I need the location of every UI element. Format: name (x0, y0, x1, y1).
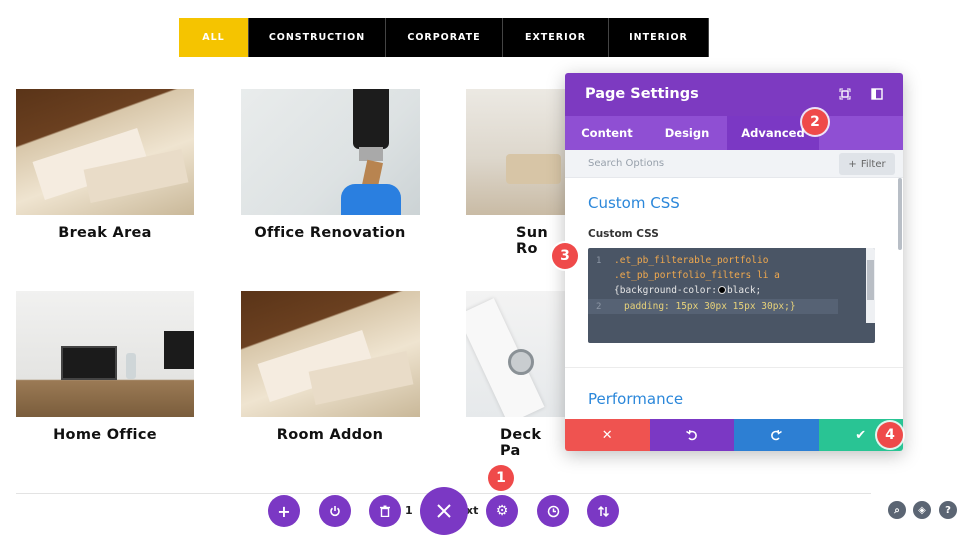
search-icon: ⌕ (894, 504, 900, 516)
cancel-button[interactable]: ✕ (565, 419, 650, 451)
redo-icon (771, 429, 783, 441)
portfolio-title[interactable]: Sun Ro (466, 225, 566, 257)
filter-construction[interactable]: CONSTRUCTION (249, 18, 386, 57)
history-button[interactable] (537, 495, 569, 527)
filter-label: Filter (860, 158, 886, 170)
settings-button[interactable]: ⚙ (486, 495, 518, 527)
line-number: 2 (596, 302, 602, 312)
portfolio-title[interactable]: Office Renovation (241, 225, 419, 241)
filter-corporate[interactable]: CORPORATE (386, 18, 503, 57)
delete-button[interactable] (369, 495, 401, 527)
modal-footer: ✕ ✔ (565, 419, 903, 451)
portfolio-image-office-renovation[interactable] (241, 89, 420, 215)
modal-header: Page Settings (565, 73, 903, 116)
code-token: {background-color: (614, 285, 717, 296)
portfolio-image-sun-room[interactable] (466, 89, 566, 215)
trash-icon (380, 505, 390, 517)
close-icon (437, 504, 451, 518)
power-button[interactable] (319, 495, 351, 527)
page-settings-modal: Page Settings Content Design Advanced Se… (565, 73, 903, 451)
layers-button[interactable]: ◈ (913, 501, 931, 519)
editor-scroll-thumb[interactable] (867, 260, 874, 300)
code-line: .et_pb_portfolio_filters li a (614, 270, 780, 281)
undo-icon (685, 429, 697, 441)
close-icon: ✕ (601, 427, 613, 443)
add-button[interactable]: + (268, 495, 300, 527)
custom-css-label: Custom CSS (588, 228, 659, 240)
check-icon: ✔ (855, 427, 867, 443)
callout-badge: 2 (802, 109, 828, 135)
portfolio-filter-bar: ALL CONSTRUCTION CORPORATE EXTERIOR INTE… (179, 18, 709, 57)
code-token: black; (726, 285, 762, 296)
portfolio-image-break-area[interactable] (16, 89, 194, 215)
gear-icon: ⚙ (495, 503, 509, 519)
sidebar-icon[interactable] (871, 88, 883, 100)
filter-interior[interactable]: INTERIOR (609, 18, 709, 57)
plus-icon: + (848, 158, 857, 170)
portfolio-title[interactable]: Break Area (16, 225, 194, 241)
color-swatch[interactable] (717, 286, 726, 294)
filter-all[interactable]: ALL (179, 18, 249, 57)
filter-button[interactable]: + Filter (839, 153, 895, 175)
modal-tabs: Content Design Advanced (565, 116, 903, 150)
layers-icon: ◈ (918, 504, 926, 516)
code-line: {background-color: black; (614, 285, 761, 296)
power-icon (330, 506, 340, 517)
section-custom-css[interactable]: Custom CSS (588, 194, 680, 212)
callout-badge: 1 (488, 465, 514, 491)
filter-exterior[interactable]: EXTERIOR (503, 18, 609, 57)
close-builder-button[interactable] (420, 487, 468, 535)
portfolio-title[interactable]: Home Office (16, 427, 194, 443)
section-divider (565, 367, 903, 368)
section-performance[interactable]: Performance (588, 390, 683, 408)
search-options-row: Search Options + Filter (565, 150, 903, 178)
sort-icon (597, 505, 609, 517)
clock-icon (547, 505, 559, 517)
redo-button[interactable] (734, 419, 819, 451)
pagination-page[interactable]: 1 (405, 504, 413, 517)
portfolio-title[interactable]: Deck Pa (466, 427, 566, 459)
modal-scrollbar[interactable] (898, 178, 902, 250)
search-options-input[interactable]: Search Options (588, 158, 664, 169)
line-number: 1 (596, 256, 602, 266)
editor-scrollbar[interactable] (866, 248, 875, 323)
callout-badge: 4 (877, 422, 903, 448)
undo-button[interactable] (649, 419, 734, 451)
tab-content[interactable]: Content (565, 116, 649, 150)
zoom-button[interactable]: ⌕ (888, 501, 906, 519)
tab-design[interactable]: Design (649, 116, 725, 150)
portfolio-image-deck-patio[interactable] (466, 291, 566, 417)
code-line: .et_pb_filterable_portfolio (614, 255, 769, 266)
help-icon: ? (945, 504, 951, 516)
help-button[interactable]: ? (939, 501, 957, 519)
modal-title: Page Settings (585, 86, 699, 102)
callout-badge: 3 (552, 243, 578, 269)
custom-css-editor[interactable]: 1 .et_pb_filterable_portfolio .et_pb_por… (588, 248, 875, 343)
portfolio-image-room-addon[interactable] (241, 291, 420, 417)
code-line: padding: 15px 30px 15px 30px;} (624, 301, 796, 312)
portfolio-image-home-office[interactable] (16, 291, 194, 417)
portability-button[interactable] (587, 495, 619, 527)
plus-icon: + (277, 501, 291, 521)
fullscreen-icon[interactable] (839, 88, 851, 100)
portfolio-title[interactable]: Room Addon (241, 427, 419, 443)
